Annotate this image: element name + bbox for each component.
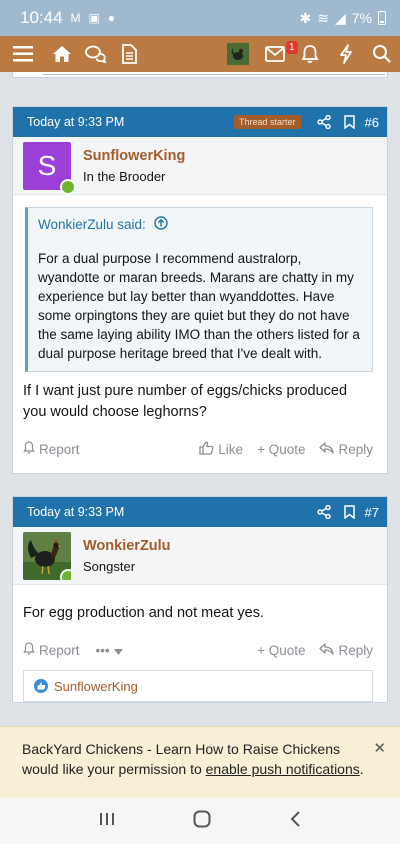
more-options-button[interactable]: ••• xyxy=(96,643,123,658)
avatar[interactable]: S xyxy=(23,141,76,195)
post-7: Today at 9:33 PM #7 WonkierZulu Songster… xyxy=(12,496,388,703)
status-right: ✱ ≋ ◢ 7% xyxy=(300,10,386,27)
share-icon[interactable] xyxy=(311,505,337,519)
system-navigation-bar xyxy=(0,798,400,844)
post-time[interactable]: Today at 9:33 PM xyxy=(27,115,124,129)
report-button[interactable]: Report xyxy=(23,642,80,658)
thumbs-up-icon xyxy=(199,440,214,458)
previous-post-end xyxy=(12,72,388,78)
thread-content[interactable]: Today at 9:33 PM Thread starter #6 S Sun… xyxy=(0,72,400,726)
like-reaction-icon xyxy=(34,679,48,693)
bookmark-icon[interactable] xyxy=(337,115,363,129)
user-title: Songster xyxy=(83,558,136,574)
rooster-avatar-icon xyxy=(227,43,249,65)
post-6: Today at 9:33 PM Thread starter #6 S Sun… xyxy=(12,106,388,474)
quote-text: For a dual purpose I recommend australor… xyxy=(38,251,360,361)
post-actions: Report ••• + Quote Reply xyxy=(13,640,387,660)
dot-icon: ● xyxy=(107,11,116,25)
arrow-up-circle-icon[interactable] xyxy=(154,216,168,233)
battery-percent: 7% xyxy=(351,10,372,26)
gallery-icon: ▣ xyxy=(88,11,100,25)
bolt-icon[interactable] xyxy=(328,36,364,72)
thread-starter-badge: Thread starter xyxy=(234,115,301,129)
document-icon[interactable] xyxy=(114,36,144,72)
like-button[interactable]: Like xyxy=(199,440,243,458)
online-indicator-icon xyxy=(60,178,76,195)
user-avatar[interactable] xyxy=(218,36,258,72)
user-bar: S SunflowerKing In the Brooder xyxy=(13,137,387,195)
quote-block: WonkierZulu said: For a dual purpose I r… xyxy=(25,207,373,372)
post-body: If I want just pure number of eggs/chick… xyxy=(23,383,348,420)
avatar[interactable] xyxy=(23,531,71,580)
status-bar: 10:44 M ▣ ● ✱ ≋ ◢ 7% xyxy=(0,0,400,36)
reply-button[interactable]: Reply xyxy=(319,441,373,458)
quote-button[interactable]: + Quote xyxy=(257,643,305,658)
quote-author[interactable]: WonkierZulu said: xyxy=(38,217,146,232)
close-icon[interactable]: ✕ xyxy=(373,739,386,759)
post-number[interactable]: #6 xyxy=(365,115,379,130)
online-indicator-icon xyxy=(60,568,71,580)
site-navbar: 1 xyxy=(0,36,400,72)
chat-icon[interactable] xyxy=(78,36,114,72)
battery-icon xyxy=(378,11,386,25)
post-number[interactable]: #7 xyxy=(365,505,379,520)
avatar-letter: S xyxy=(37,149,57,181)
username[interactable]: WonkierZulu xyxy=(83,538,171,554)
status-time: 10:44 xyxy=(20,8,63,27)
menu-icon[interactable] xyxy=(0,36,46,72)
wifi-icon: ≋ xyxy=(317,9,329,26)
gmail-icon: M xyxy=(70,11,81,25)
user-bar: WonkierZulu Songster xyxy=(13,527,387,585)
push-notification-notice: BackYard Chickens - Learn How to Raise C… xyxy=(0,726,400,798)
back-icon[interactable] xyxy=(289,810,301,833)
post-body: For egg production and not meat yes. xyxy=(23,605,265,621)
bluetooth-icon: ✱ xyxy=(299,9,312,26)
reaction-users[interactable]: SunflowerKing xyxy=(54,679,138,694)
quote-attribution[interactable]: WonkierZulu said: xyxy=(28,208,372,239)
bookmark-icon[interactable] xyxy=(337,505,363,519)
enable-push-link[interactable]: enable push notifications xyxy=(206,761,360,777)
user-title: In the Brooder xyxy=(83,168,166,184)
reply-arrow-icon xyxy=(319,642,335,658)
post-header: Today at 9:33 PM #7 xyxy=(13,497,387,527)
reactions-bar[interactable]: SunflowerKing xyxy=(23,670,373,702)
post-actions: Report Like + Quote Reply xyxy=(13,439,387,459)
home-icon[interactable] xyxy=(46,36,78,72)
post-header: Today at 9:33 PM Thread starter #6 xyxy=(13,107,387,137)
alert-count-badge: 1 xyxy=(286,41,298,54)
bell-outline-icon xyxy=(23,441,35,457)
signal-icon: ◢ xyxy=(334,9,346,26)
quote-button[interactable]: + Quote xyxy=(257,441,305,458)
home-button-icon[interactable] xyxy=(193,810,211,833)
report-button[interactable]: Report xyxy=(23,441,80,457)
recent-apps-icon[interactable] xyxy=(99,811,115,832)
caret-down-icon xyxy=(113,643,123,658)
bell-outline-icon xyxy=(23,642,35,658)
post-time[interactable]: Today at 9:33 PM xyxy=(27,505,124,519)
reply-button[interactable]: Reply xyxy=(319,643,373,658)
search-icon[interactable] xyxy=(364,36,400,72)
share-icon[interactable] xyxy=(311,115,337,129)
reply-arrow-icon xyxy=(319,441,335,457)
username[interactable]: SunflowerKing xyxy=(83,148,185,164)
